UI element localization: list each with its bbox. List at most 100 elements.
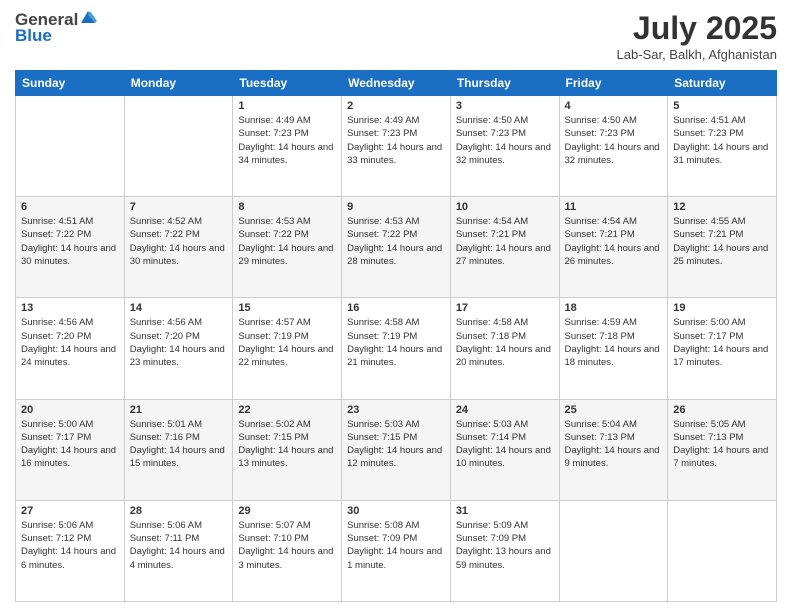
- calendar-cell: 14 Sunrise: 4:56 AMSunset: 7:20 PMDayligh…: [124, 298, 233, 399]
- calendar-day-header: Saturday: [668, 71, 777, 96]
- day-info: Sunrise: 5:01 AMSunset: 7:16 PMDaylight:…: [130, 418, 228, 471]
- day-info: Sunrise: 4:51 AMSunset: 7:23 PMDaylight:…: [673, 114, 771, 167]
- day-number: 2: [347, 100, 445, 112]
- calendar-cell: 15 Sunrise: 4:57 AMSunset: 7:19 PMDayligh…: [233, 298, 342, 399]
- day-info: Sunrise: 5:06 AMSunset: 7:11 PMDaylight:…: [130, 519, 228, 572]
- calendar-cell: 23 Sunrise: 5:03 AMSunset: 7:15 PMDayligh…: [342, 399, 451, 500]
- day-number: 17: [456, 302, 554, 314]
- day-number: 27: [21, 505, 119, 517]
- day-info: Sunrise: 4:49 AMSunset: 7:23 PMDaylight:…: [238, 114, 336, 167]
- calendar-day-header: Sunday: [16, 71, 125, 96]
- day-info: Sunrise: 5:03 AMSunset: 7:14 PMDaylight:…: [456, 418, 554, 471]
- day-number: 7: [130, 201, 228, 213]
- day-info: Sunrise: 4:56 AMSunset: 7:20 PMDaylight:…: [21, 316, 119, 369]
- day-number: 18: [565, 302, 663, 314]
- day-number: 21: [130, 404, 228, 416]
- day-number: 9: [347, 201, 445, 213]
- calendar-cell: 7 Sunrise: 4:52 AMSunset: 7:22 PMDaylight…: [124, 197, 233, 298]
- day-number: 19: [673, 302, 771, 314]
- calendar-cell: 5Sunrise: 4:51 AMSunset: 7:23 PMDaylight…: [668, 96, 777, 197]
- calendar-cell: 21 Sunrise: 5:01 AMSunset: 7:16 PMDayligh…: [124, 399, 233, 500]
- calendar-cell: 25 Sunrise: 5:04 AMSunset: 7:13 PMDayligh…: [559, 399, 668, 500]
- day-info: Sunrise: 5:00 AMSunset: 7:17 PMDaylight:…: [21, 418, 119, 471]
- day-number: 11: [565, 201, 663, 213]
- calendar-cell: 27 Sunrise: 5:06 AMSunset: 7:12 PMDayligh…: [16, 500, 125, 601]
- day-info: Sunrise: 5:07 AMSunset: 7:10 PMDaylight:…: [238, 519, 336, 572]
- calendar-header-row: SundayMondayTuesdayWednesdayThursdayFrid…: [16, 71, 777, 96]
- day-number: 10: [456, 201, 554, 213]
- day-number: 25: [565, 404, 663, 416]
- calendar-cell: 16 Sunrise: 4:58 AMSunset: 7:19 PMDayligh…: [342, 298, 451, 399]
- day-info: Sunrise: 4:58 AMSunset: 7:19 PMDaylight:…: [347, 316, 445, 369]
- day-info: Sunrise: 5:02 AMSunset: 7:15 PMDaylight:…: [238, 418, 336, 471]
- day-info: Sunrise: 5:06 AMSunset: 7:12 PMDaylight:…: [21, 519, 119, 572]
- day-number: 12: [673, 201, 771, 213]
- day-info: Sunrise: 5:04 AMSunset: 7:13 PMDaylight:…: [565, 418, 663, 471]
- calendar-week-row: 6 Sunrise: 4:51 AMSunset: 7:22 PMDaylight…: [16, 197, 777, 298]
- day-info: Sunrise: 4:57 AMSunset: 7:19 PMDaylight:…: [238, 316, 336, 369]
- day-number: 16: [347, 302, 445, 314]
- calendar-cell: 1 Sunrise: 4:49 AMSunset: 7:23 PMDaylight…: [233, 96, 342, 197]
- month-title: July 2025: [617, 10, 777, 47]
- calendar-cell: 2 Sunrise: 4:49 AMSunset: 7:23 PMDaylight…: [342, 96, 451, 197]
- day-info: Sunrise: 5:08 AMSunset: 7:09 PMDaylight:…: [347, 519, 445, 572]
- calendar-cell: 24 Sunrise: 5:03 AMSunset: 7:14 PMDayligh…: [450, 399, 559, 500]
- calendar-week-row: 27 Sunrise: 5:06 AMSunset: 7:12 PMDayligh…: [16, 500, 777, 601]
- day-number: 15: [238, 302, 336, 314]
- calendar-cell: 30 Sunrise: 5:08 AMSunset: 7:09 PMDayligh…: [342, 500, 451, 601]
- calendar-table: SundayMondayTuesdayWednesdayThursdayFrid…: [15, 70, 777, 602]
- day-number: 20: [21, 404, 119, 416]
- day-number: 24: [456, 404, 554, 416]
- logo-icon: [79, 9, 97, 27]
- day-number: 28: [130, 505, 228, 517]
- day-number: 4: [565, 100, 663, 112]
- calendar-cell: 29Sunrise: 5:07 AMSunset: 7:10 PMDayligh…: [233, 500, 342, 601]
- calendar-week-row: 20 Sunrise: 5:00 AMSunset: 7:17 PMDayligh…: [16, 399, 777, 500]
- day-number: 26: [673, 404, 771, 416]
- calendar-cell: 3 Sunrise: 4:50 AMSunset: 7:23 PMDaylight…: [450, 96, 559, 197]
- calendar-cell: 19Sunrise: 5:00 AMSunset: 7:17 PMDayligh…: [668, 298, 777, 399]
- title-block: July 2025 Lab-Sar, Balkh, Afghanistan: [617, 10, 777, 62]
- calendar-cell: 11 Sunrise: 4:54 AMSunset: 7:21 PMDayligh…: [559, 197, 668, 298]
- day-info: Sunrise: 5:03 AMSunset: 7:15 PMDaylight:…: [347, 418, 445, 471]
- day-number: 3: [456, 100, 554, 112]
- calendar-cell: 6 Sunrise: 4:51 AMSunset: 7:22 PMDaylight…: [16, 197, 125, 298]
- day-info: Sunrise: 4:50 AMSunset: 7:23 PMDaylight:…: [565, 114, 663, 167]
- calendar-cell: 8 Sunrise: 4:53 AMSunset: 7:22 PMDaylight…: [233, 197, 342, 298]
- day-info: Sunrise: 4:52 AMSunset: 7:22 PMDaylight:…: [130, 215, 228, 268]
- calendar-cell: 12 Sunrise: 4:55 AMSunset: 7:21 PMDayligh…: [668, 197, 777, 298]
- calendar-cell: [124, 96, 233, 197]
- day-info: Sunrise: 4:54 AMSunset: 7:21 PMDaylight:…: [456, 215, 554, 268]
- calendar-cell: [668, 500, 777, 601]
- day-number: 31: [456, 505, 554, 517]
- location: Lab-Sar, Balkh, Afghanistan: [617, 47, 777, 62]
- calendar-week-row: 1 Sunrise: 4:49 AMSunset: 7:23 PMDaylight…: [16, 96, 777, 197]
- day-info: Sunrise: 4:54 AMSunset: 7:21 PMDaylight:…: [565, 215, 663, 268]
- day-info: Sunrise: 4:53 AMSunset: 7:22 PMDaylight:…: [238, 215, 336, 268]
- day-number: 14: [130, 302, 228, 314]
- calendar-cell: 17Sunrise: 4:58 AMSunset: 7:18 PMDayligh…: [450, 298, 559, 399]
- calendar-day-header: Thursday: [450, 71, 559, 96]
- logo-block: General Blue: [15, 10, 97, 46]
- calendar-day-header: Monday: [124, 71, 233, 96]
- day-number: 23: [347, 404, 445, 416]
- day-info: Sunrise: 4:51 AMSunset: 7:22 PMDaylight:…: [21, 215, 119, 268]
- calendar-cell: 26 Sunrise: 5:05 AMSunset: 7:13 PMDayligh…: [668, 399, 777, 500]
- calendar-cell: [559, 500, 668, 601]
- calendar-cell: 18Sunrise: 4:59 AMSunset: 7:18 PMDayligh…: [559, 298, 668, 399]
- page: General Blue July 2025 Lab-Sar, Balkh, A…: [0, 0, 792, 612]
- calendar-day-header: Tuesday: [233, 71, 342, 96]
- day-info: Sunrise: 4:56 AMSunset: 7:20 PMDaylight:…: [130, 316, 228, 369]
- day-info: Sunrise: 4:55 AMSunset: 7:21 PMDaylight:…: [673, 215, 771, 268]
- day-number: 1: [238, 100, 336, 112]
- day-info: Sunrise: 5:05 AMSunset: 7:13 PMDaylight:…: [673, 418, 771, 471]
- header: General Blue July 2025 Lab-Sar, Balkh, A…: [15, 10, 777, 62]
- calendar-cell: 22Sunrise: 5:02 AMSunset: 7:15 PMDayligh…: [233, 399, 342, 500]
- day-number: 6: [21, 201, 119, 213]
- day-info: Sunrise: 4:50 AMSunset: 7:23 PMDaylight:…: [456, 114, 554, 167]
- day-info: Sunrise: 5:09 AMSunset: 7:09 PMDaylight:…: [456, 519, 554, 572]
- calendar-cell: 9Sunrise: 4:53 AMSunset: 7:22 PMDaylight…: [342, 197, 451, 298]
- day-number: 8: [238, 201, 336, 213]
- day-number: 30: [347, 505, 445, 517]
- day-info: Sunrise: 4:49 AMSunset: 7:23 PMDaylight:…: [347, 114, 445, 167]
